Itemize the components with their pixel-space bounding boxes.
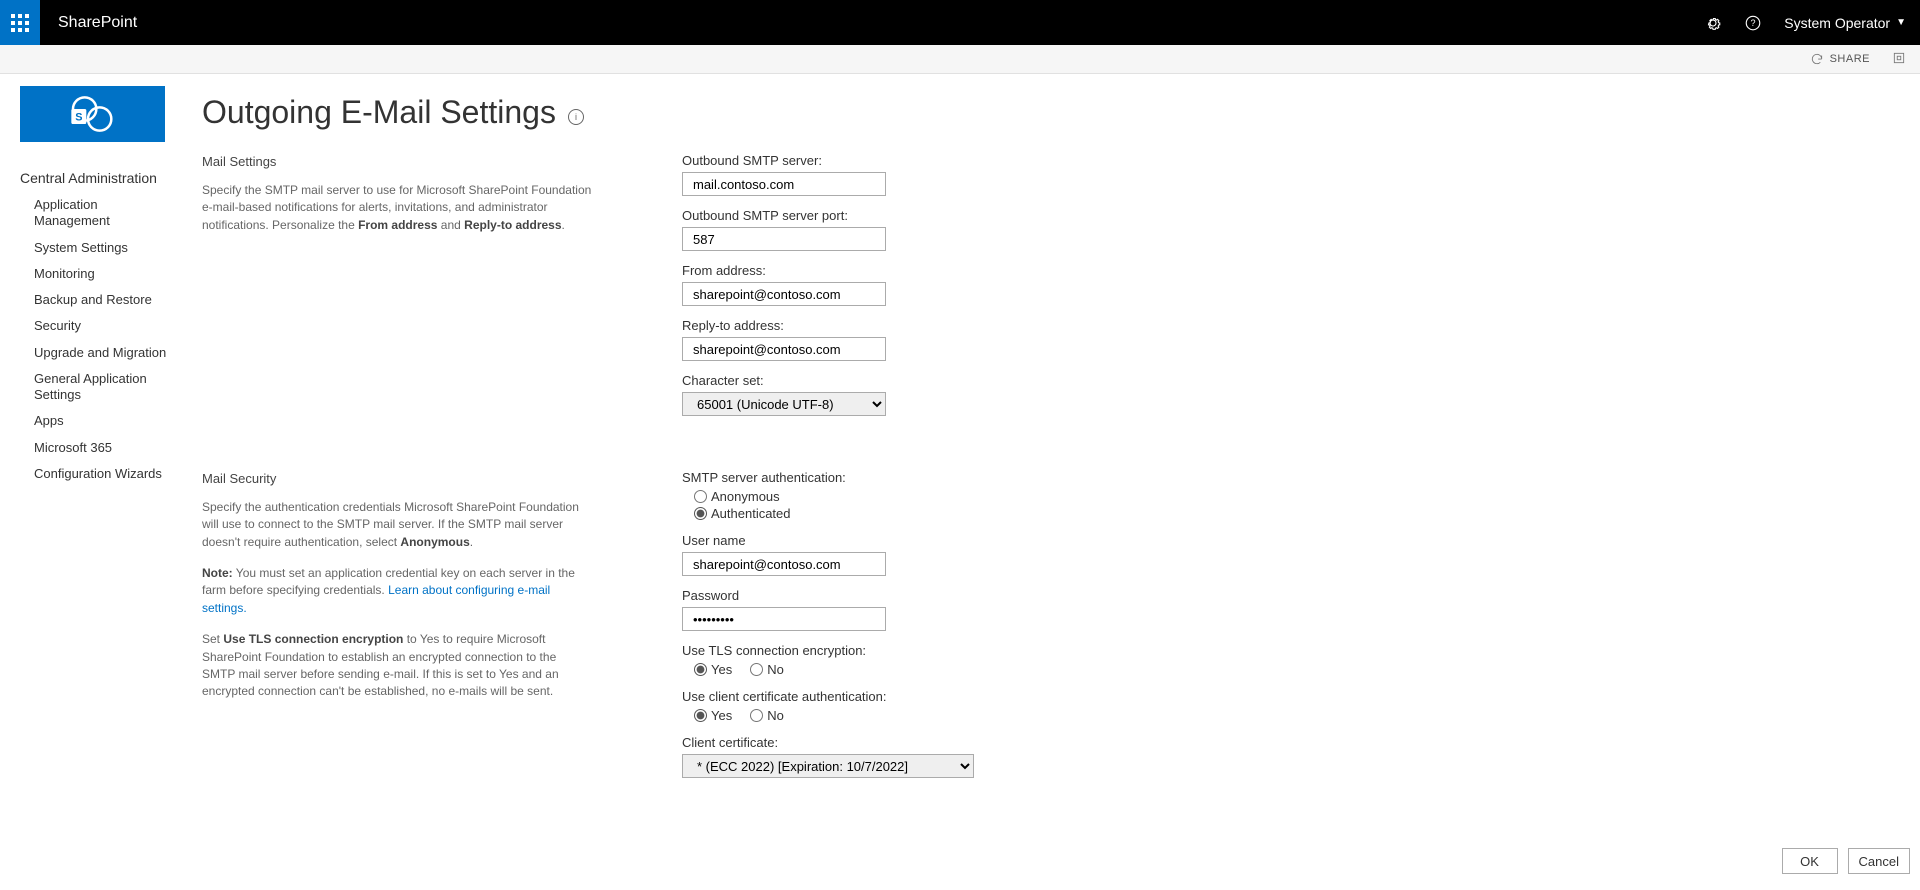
nav-security[interactable]: Security [20,313,174,339]
nav-system-settings[interactable]: System Settings [20,235,174,261]
username-input[interactable] [682,552,886,576]
nav-app-management[interactable]: Application Management [20,192,174,235]
mail-security-desc-3: Set Use TLS connection encryption to Yes… [202,631,592,701]
mail-settings-desc: Specify the SMTP mail server to use for … [202,182,592,234]
from-address-label: From address: [682,263,1580,278]
auth-authenticated-radio[interactable]: Authenticated [694,506,1580,521]
tls-label: Use TLS connection encryption: [682,643,1580,658]
nav-general-app-settings[interactable]: General Application Settings [20,366,174,409]
mail-security-desc-1: Specify the authentication credentials M… [202,499,592,551]
left-nav: Application Management System Settings M… [20,192,180,487]
site-logo[interactable]: S [20,86,165,142]
nav-monitoring[interactable]: Monitoring [20,261,174,287]
page-footer-buttons: OK Cancel [1782,848,1910,874]
share-label: SHARE [1830,53,1870,65]
password-input[interactable] [682,607,886,631]
nav-m365[interactable]: Microsoft 365 [20,435,174,461]
outbound-server-label: Outbound SMTP server: [682,153,1580,168]
outbound-server-input[interactable] [682,172,886,196]
app-title: SharePoint [58,14,137,32]
page-title-text: Outgoing E-Mail Settings [202,94,556,131]
share-button[interactable]: SHARE [1804,50,1876,68]
reply-to-label: Reply-to address: [682,318,1580,333]
tls-yes-radio[interactable]: Yes [694,662,732,677]
from-address-input[interactable] [682,282,886,306]
charset-select[interactable]: 65001 (Unicode UTF-8) [682,392,886,416]
reply-to-input[interactable] [682,337,886,361]
svg-text:?: ? [1751,18,1756,28]
page-title: Outgoing E-Mail Settings i [202,94,1580,131]
clientcert-label: Client certificate: [682,735,1580,750]
suite-bar: SharePoint ? System Operator ▼ [0,0,1920,45]
outbound-port-input[interactable] [682,227,886,251]
app-launcher-button[interactable] [0,0,40,45]
nav-upgrade-migration[interactable]: Upgrade and Migration [20,340,174,366]
mail-security-desc-2: Note: You must set an application creden… [202,565,592,617]
section-mail-security: Mail Security Specify the authentication… [202,470,1580,778]
nav-heading[interactable]: Central Administration [20,170,180,186]
ok-button[interactable]: OK [1782,848,1838,874]
outbound-port-label: Outbound SMTP server port: [682,208,1580,223]
clientcertauth-yes-radio[interactable]: Yes [694,708,732,723]
clientcertauth-no-radio[interactable]: No [750,708,784,723]
password-label: Password [682,588,1580,603]
tls-no-radio[interactable]: No [750,662,784,677]
focus-icon [1892,51,1906,65]
nav-backup-restore[interactable]: Backup and Restore [20,287,174,313]
mail-settings-heading: Mail Settings [202,153,592,172]
svg-text:S: S [75,112,82,124]
mail-security-heading: Mail Security [202,470,592,489]
nav-config-wizards[interactable]: Configuration Wizards [20,461,174,487]
refresh-share-icon [1810,52,1824,66]
username-label: System Operator [1784,15,1890,31]
smtp-auth-label: SMTP server authentication: [682,470,1580,485]
waffle-icon [10,13,30,33]
gear-icon [1704,14,1722,32]
settings-button[interactable] [1704,14,1722,32]
cancel-button[interactable]: Cancel [1848,848,1910,874]
focus-content-button[interactable] [1888,49,1910,70]
caret-down-icon: ▼ [1896,17,1906,28]
charset-label: Character set: [682,373,1580,388]
info-icon[interactable]: i [568,109,584,125]
auth-anonymous-radio[interactable]: Anonymous [694,489,1580,504]
sharepoint-logo-icon: S [66,94,120,134]
section-mail-settings: Mail Settings Specify the SMTP mail serv… [202,153,1580,416]
user-menu[interactable]: System Operator ▼ [1784,15,1906,31]
clientcert-select[interactable]: * (ECC 2022) [Expiration: 10/7/2022] [682,754,974,778]
username-label: User name [682,533,1580,548]
help-icon: ? [1744,14,1762,32]
ribbon: SHARE [0,45,1920,74]
clientcertauth-label: Use client certificate authentication: [682,689,1580,704]
nav-apps[interactable]: Apps [20,408,174,434]
help-button[interactable]: ? [1744,14,1762,32]
